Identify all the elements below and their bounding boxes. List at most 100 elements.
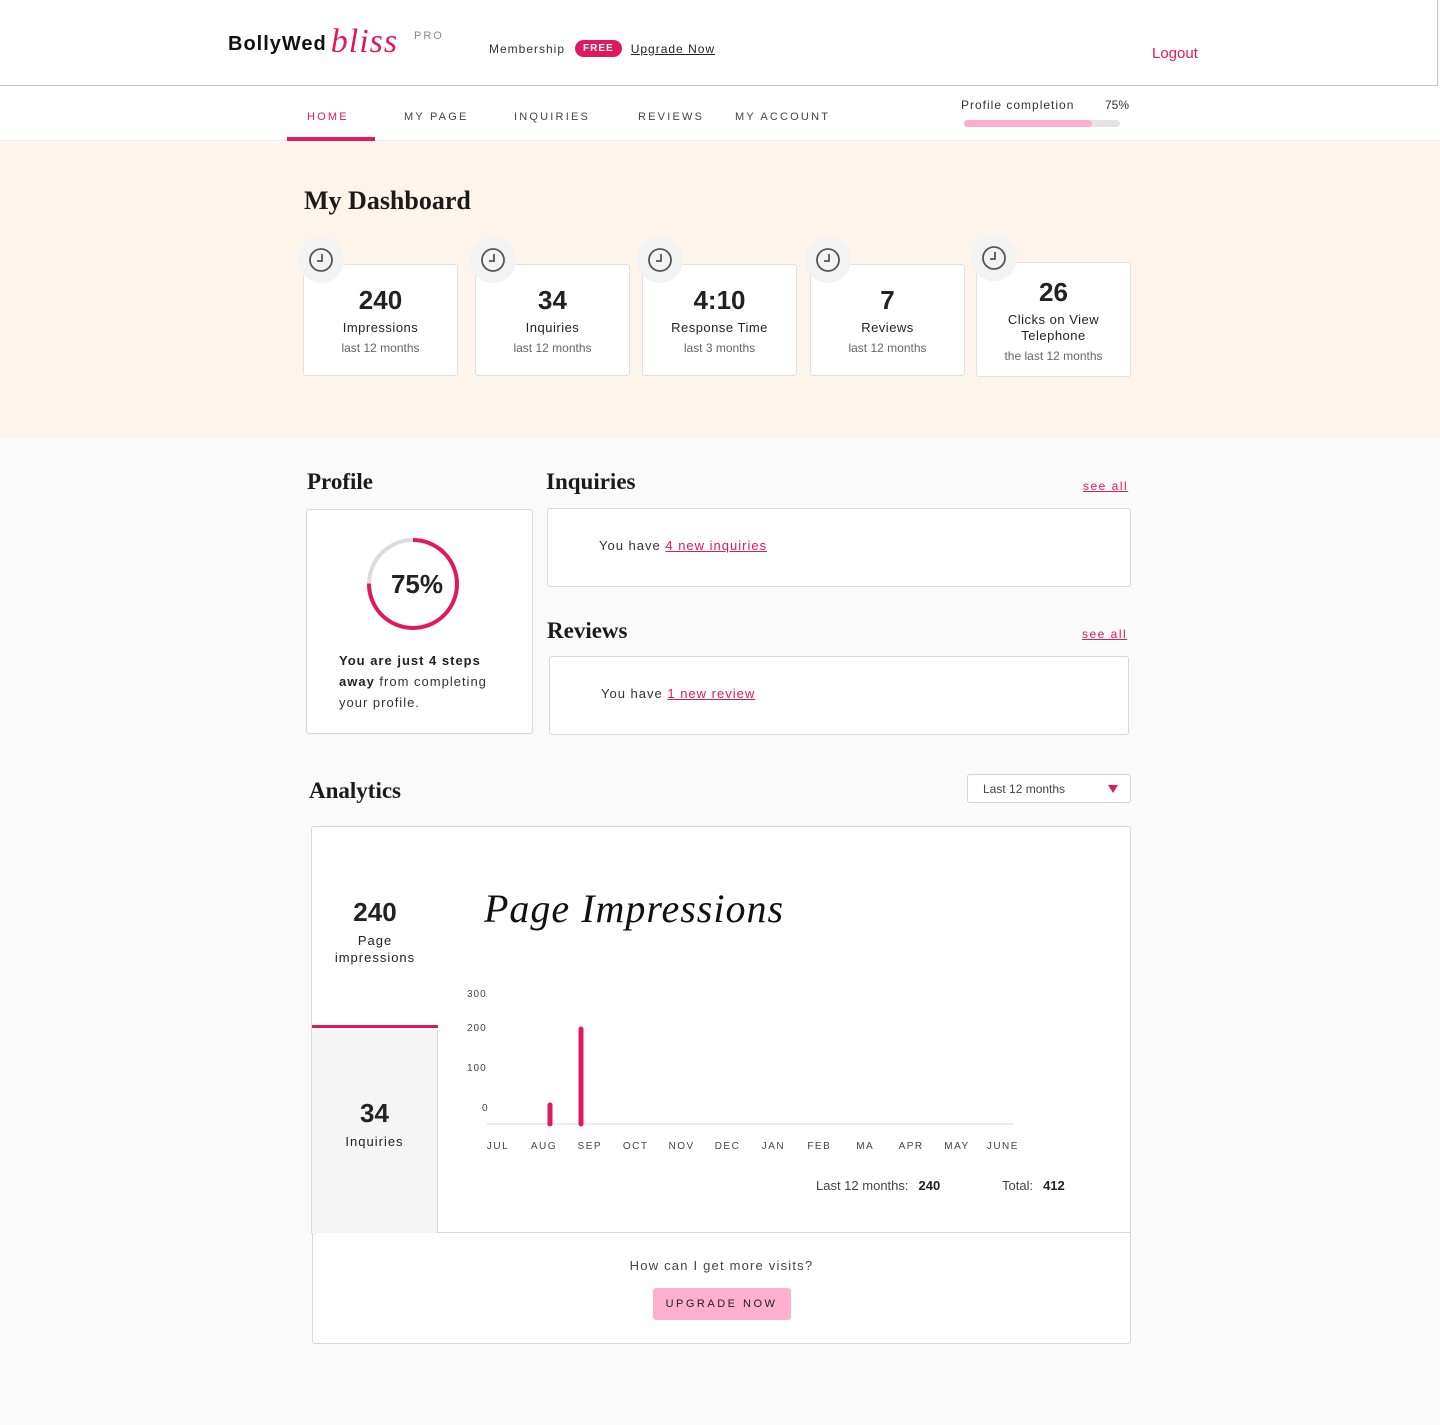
profile-completion-label: Profile completion	[961, 98, 1075, 112]
new-review-link[interactable]: 1 new review	[667, 686, 755, 701]
total-value: 412	[1043, 1178, 1065, 1193]
reviews-title: Reviews	[547, 618, 628, 643]
logo-tier: PRO	[414, 30, 444, 42]
dashboard-section: My Dashboard 240 Impressions last 12 month…	[0, 142, 1440, 438]
impressions-bar-chart: 0 100 200 300 JUL AUG SEP OCT NOV DEC JAN FEB MA APR M…	[467, 989, 1019, 1152]
nav-home[interactable]: HOME	[307, 111, 349, 123]
stat-label: Reviews	[861, 320, 914, 335]
stat-value: 34	[538, 285, 567, 315]
stat-label: Inquiries	[525, 320, 580, 335]
chart-title: Page Impressions	[484, 886, 785, 931]
x-tick-label: OCT	[623, 1141, 649, 1152]
inquiries-title: Inquiries	[546, 469, 636, 494]
brand-logo[interactable]: BollyWed bliss PRO	[228, 25, 442, 59]
nav-my-page[interactable]: MY PAGE	[404, 111, 469, 123]
inquiries-see-all-link[interactable]: see all	[1083, 479, 1128, 493]
top-header: BollyWed bliss PRO Membership FREE Upgra…	[0, 0, 1438, 86]
reviews-see-all-link[interactable]: see all	[1082, 627, 1127, 641]
date-range-select[interactable]: Last 12 months	[967, 774, 1131, 803]
clock-icon	[637, 237, 683, 283]
x-tick-label: AUG	[531, 1141, 557, 1152]
stat-period: last 3 months	[683, 341, 756, 355]
stat-label: Response Time	[671, 320, 768, 335]
x-tick-label: NOV	[669, 1141, 695, 1152]
y-tick-label: 0	[482, 1103, 489, 1114]
stat-period: last 12 months	[341, 341, 420, 355]
analytics-title: Analytics	[309, 778, 401, 803]
stat-card: 34 Inquiries last 12 months	[470, 237, 630, 376]
stat-card: 4:10 Response Time last 3 months	[637, 237, 797, 376]
stat-period: the last 12 months	[1004, 349, 1103, 363]
logout-link[interactable]: Logout	[1152, 45, 1198, 62]
inquiries-card: You have 4 new inquiries	[547, 508, 1131, 587]
y-tick-label: 100	[467, 1063, 487, 1074]
nav-reviews[interactable]: REVIEWS	[638, 111, 704, 123]
last12-value: 240	[918, 1178, 941, 1193]
clock-icon	[971, 235, 1017, 281]
clock-icon	[470, 237, 516, 283]
tab-page-impressions[interactable]: 240 Page impressions	[312, 827, 438, 1028]
stat-value: 4:10	[693, 285, 746, 315]
last-12-months-total: Last 12 months: 240	[816, 1178, 940, 1193]
inquiries-message-prefix: You have	[599, 538, 666, 553]
x-tick-label: JAN	[762, 1141, 785, 1152]
membership-info: Membership FREE Upgrade Now	[489, 40, 715, 57]
logo-wordmark: BollyWed	[228, 33, 327, 55]
y-tick-label: 200	[467, 1023, 487, 1034]
stat-value: 240	[358, 285, 403, 315]
x-tick-label: FEB	[807, 1141, 831, 1152]
last12-label: Last 12 months:	[816, 1178, 909, 1193]
impressions-total: 240	[353, 897, 397, 927]
stat-period: last 12 months	[848, 341, 927, 355]
x-tick-label: JUNE	[987, 1141, 1019, 1152]
nav-inquiries[interactable]: INQUIRIES	[514, 111, 590, 123]
x-tick-label: JUL	[487, 1141, 509, 1152]
date-range-selected: Last 12 months	[983, 782, 1066, 796]
active-tab-indicator	[287, 137, 375, 141]
x-tick-label: DEC	[715, 1141, 741, 1152]
new-inquiries-link[interactable]: 4 new inquiries	[665, 538, 767, 553]
clock-icon	[805, 237, 851, 283]
profile-steps-message: You are just 4 steps away from completin…	[339, 650, 509, 713]
y-tick-label: 300	[467, 989, 487, 1000]
profile-completion-bar	[964, 120, 1120, 127]
x-tick-label: MAY	[944, 1141, 969, 1152]
upgrade-cta: How can I get more visits? UPGRADE NOW	[312, 1233, 1131, 1344]
page-title: My Dashboard	[304, 186, 471, 215]
profile-progress-ring: 75%	[365, 536, 461, 632]
stat-card: 7 Reviews last 12 months	[805, 237, 965, 376]
tab-inquiries[interactable]: 34 Inquiries	[312, 1030, 438, 1233]
all-time-total: Total: 412	[1002, 1178, 1065, 1193]
stat-value: 26	[1039, 277, 1068, 307]
reviews-message-prefix: You have	[601, 686, 668, 701]
x-tick-label: APR	[899, 1141, 924, 1152]
reviews-card: You have 1 new review	[549, 656, 1129, 735]
stat-value: 7	[880, 285, 895, 315]
profile-card: 75% You are just 4 steps away from compl…	[306, 509, 533, 734]
upgrade-now-link[interactable]: Upgrade Now	[631, 42, 715, 56]
membership-label: Membership	[489, 41, 566, 56]
stat-card: 240 Impressions last 12 months	[298, 237, 458, 376]
inquiries-message: You have 4 new inquiries	[599, 538, 767, 553]
stat-period: last 12 months	[513, 341, 592, 355]
clock-icon	[298, 237, 344, 283]
reviews-message: You have 1 new review	[601, 686, 755, 701]
x-tick-label: MA	[856, 1141, 874, 1152]
cta-question: How can I get more visits?	[629, 1258, 814, 1273]
stat-card: 26 Clicks on View Telephone the last 12 mo…	[971, 235, 1131, 377]
stat-label: Clicks on View Telephone	[1007, 312, 1100, 343]
nav-my-account[interactable]: MY ACCOUNT	[735, 111, 830, 123]
caret-down-icon	[1108, 785, 1118, 793]
upgrade-now-button[interactable]: UPGRADE NOW	[652, 1288, 791, 1320]
inquiries-total: 34	[360, 1098, 389, 1128]
x-tick-label: SEP	[578, 1141, 603, 1152]
profile-title: Profile	[307, 469, 373, 494]
profile-percent: 75%	[390, 568, 444, 599]
stat-label: Impressions	[342, 320, 419, 335]
main-nav: HOME MY PAGE INQUIRIES REVIEWS MY ACCOUN…	[0, 86, 1440, 141]
analytics-card: 240 Page impressions 34 Inquiries Page I…	[311, 826, 1131, 1233]
profile-completion-fill	[964, 120, 1092, 127]
impressions-tab-label: Page impressions	[334, 933, 416, 965]
inquiries-tab-label: Inquiries	[345, 1134, 404, 1149]
profile-completion-value: 75%	[1105, 98, 1130, 112]
